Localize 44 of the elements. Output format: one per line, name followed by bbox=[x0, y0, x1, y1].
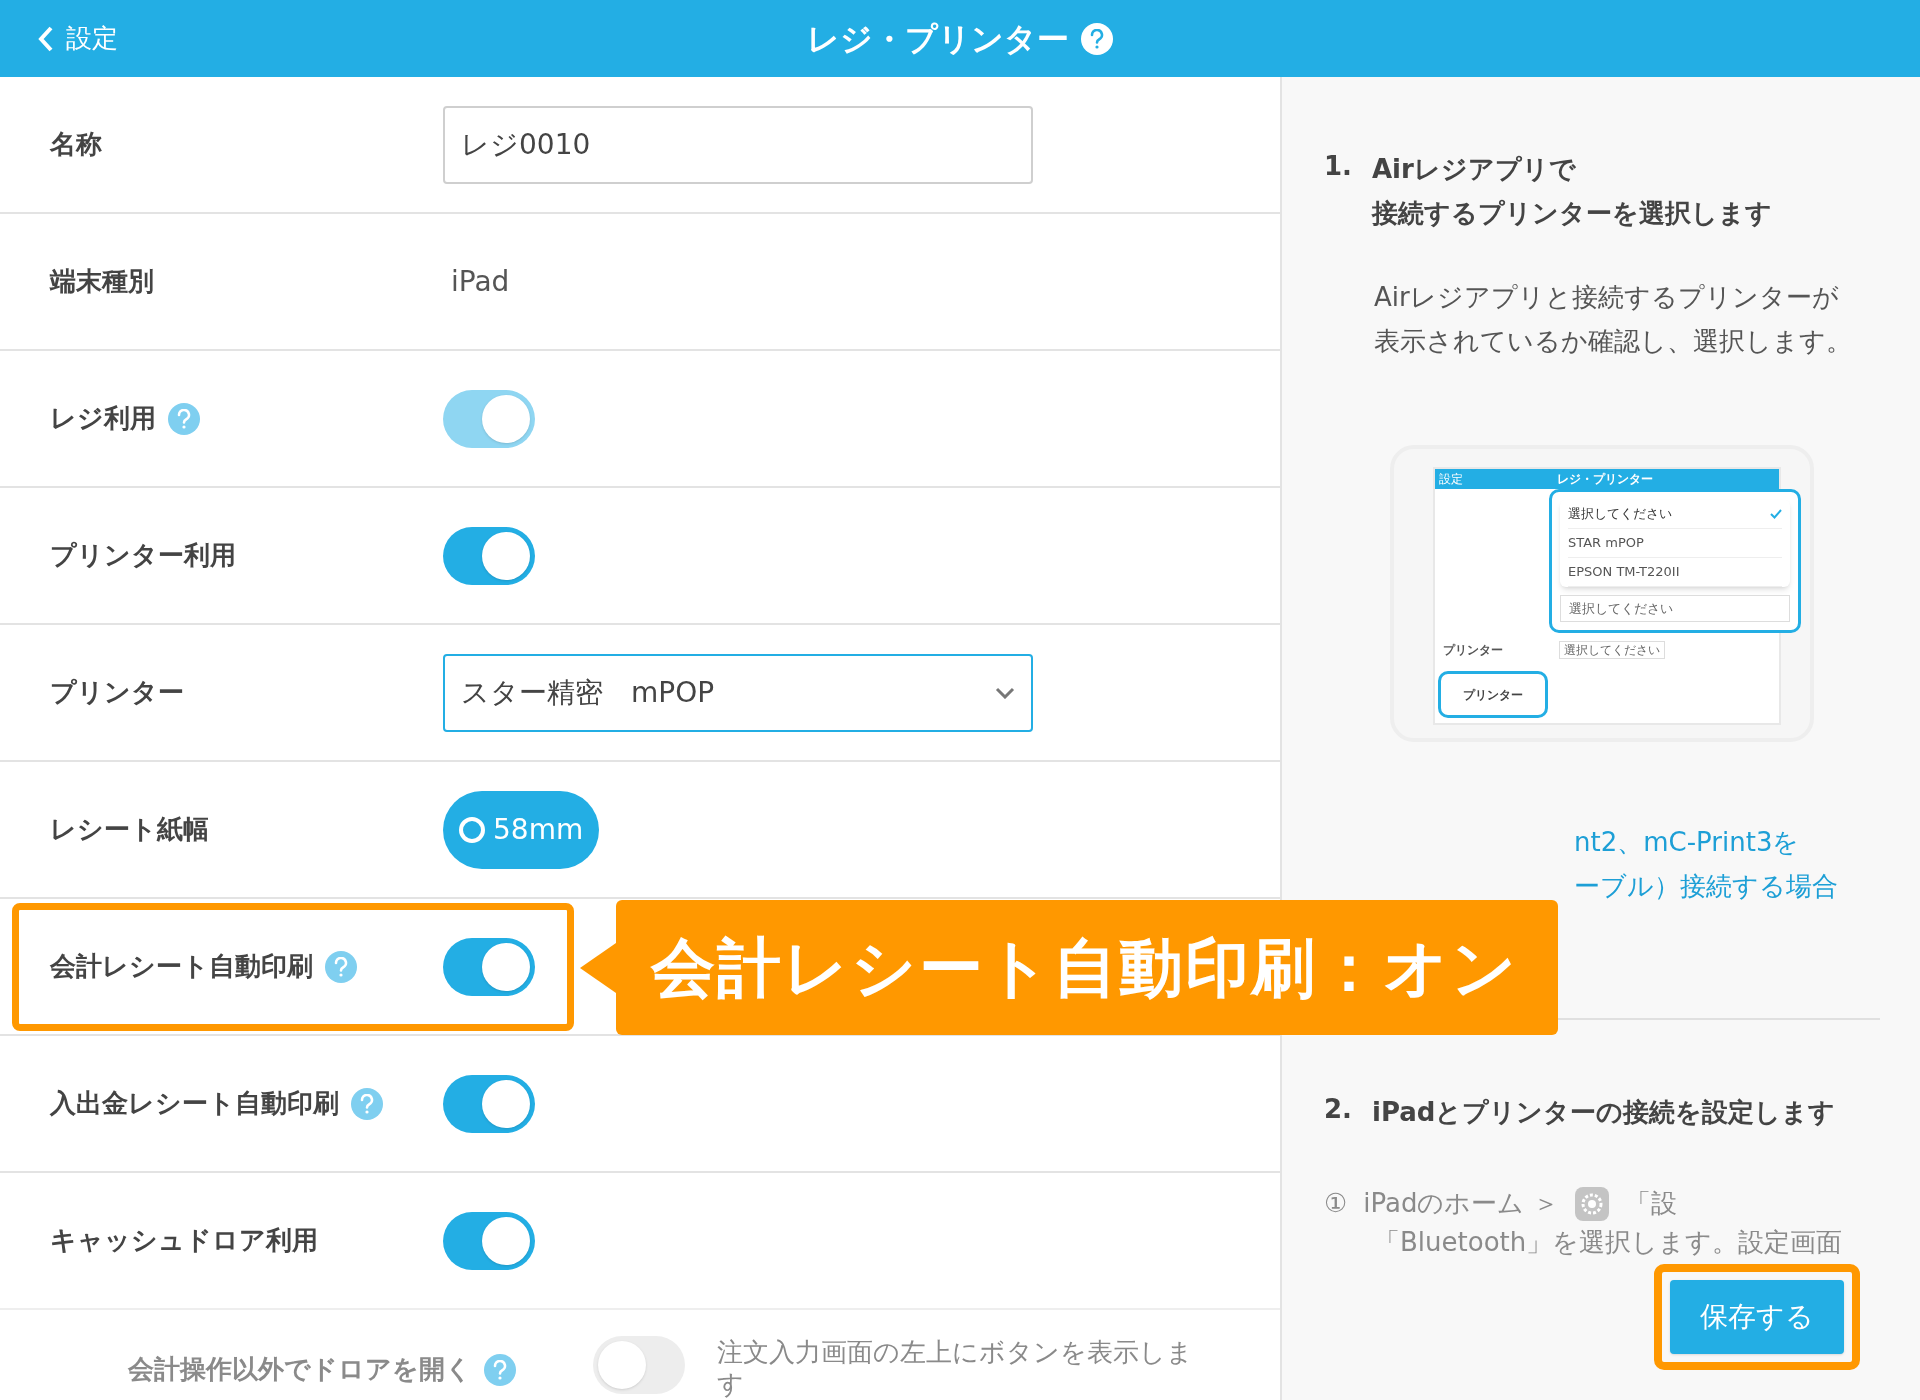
step-title: Airレジアプリで bbox=[1371, 153, 1577, 186]
field-label: 会計操作以外でドロアを開く bbox=[128, 1353, 472, 1386]
page-title: レジ・プリンター bbox=[807, 18, 1069, 60]
mini-title: レジ・プリンター bbox=[1557, 473, 1653, 485]
chevron-left-icon bbox=[38, 25, 54, 52]
instruction-text: 「Bluetooth」を選択します。設定画面 bbox=[1374, 1226, 1844, 1259]
help-icon[interactable] bbox=[325, 950, 357, 983]
toggle-switch[interactable] bbox=[443, 937, 535, 996]
dropdown-option[interactable]: 選択してください bbox=[1568, 500, 1782, 529]
field-label: 入出金レシート自動印刷 bbox=[50, 1087, 339, 1120]
help-icon[interactable] bbox=[1081, 22, 1113, 55]
field-label: 会計レシート自動印刷 bbox=[50, 950, 313, 983]
field-label: レシート紙幅 bbox=[50, 813, 209, 846]
step-title: 接続するプリンターを選択します bbox=[1371, 197, 1773, 230]
printer-select[interactable]: スター精密 mPOP bbox=[443, 653, 1033, 732]
device-type-value: iPad bbox=[450, 264, 511, 298]
field-label: プリンター bbox=[50, 676, 184, 709]
step-description: Airレジアプリと接続するプリンターが表示されているか確認し、選択します。 bbox=[1374, 281, 1853, 358]
toggle-switch[interactable] bbox=[443, 1211, 535, 1270]
chevron-down-icon bbox=[995, 686, 1015, 699]
mini-label: プリンター bbox=[1443, 644, 1503, 656]
description-text: 注文入力画面の左上にボタンを表示します bbox=[717, 1336, 1194, 1400]
field-label: 名称 bbox=[50, 128, 102, 161]
help-icon[interactable] bbox=[351, 1087, 383, 1120]
step-number: 2. bbox=[1324, 1093, 1352, 1126]
step-title: iPadとプリンターの接続を設定します bbox=[1371, 1096, 1837, 1129]
step-number: 1. bbox=[1324, 150, 1352, 183]
instruction-text: iPadのホーム ＞ bbox=[1363, 1187, 1559, 1220]
toggle-switch[interactable] bbox=[443, 1074, 535, 1133]
mini-back-label: 設定 bbox=[1439, 473, 1463, 485]
field-label: キャッシュドロア利用 bbox=[50, 1224, 318, 1257]
label-bubble: プリンター bbox=[1438, 671, 1548, 718]
name-field[interactable]: レジ0010 bbox=[443, 105, 1033, 184]
dropdown-option[interactable]: EPSON TM-T220II bbox=[1568, 558, 1782, 587]
settings-gear-icon bbox=[1574, 1186, 1609, 1221]
field-label: 端末種別 bbox=[50, 265, 154, 298]
callout-text: 会計レシート自動印刷：オン bbox=[651, 929, 1519, 1007]
check-icon bbox=[1770, 509, 1782, 519]
field-label: プリンター利用 bbox=[50, 539, 236, 572]
step-marker: ① bbox=[1324, 1187, 1348, 1220]
field-label: レジ利用 bbox=[50, 402, 156, 435]
dropdown-option[interactable]: STAR mPOP bbox=[1568, 529, 1782, 558]
instruction-text: 「設 bbox=[1624, 1187, 1677, 1220]
toggle-switch[interactable] bbox=[443, 526, 535, 585]
